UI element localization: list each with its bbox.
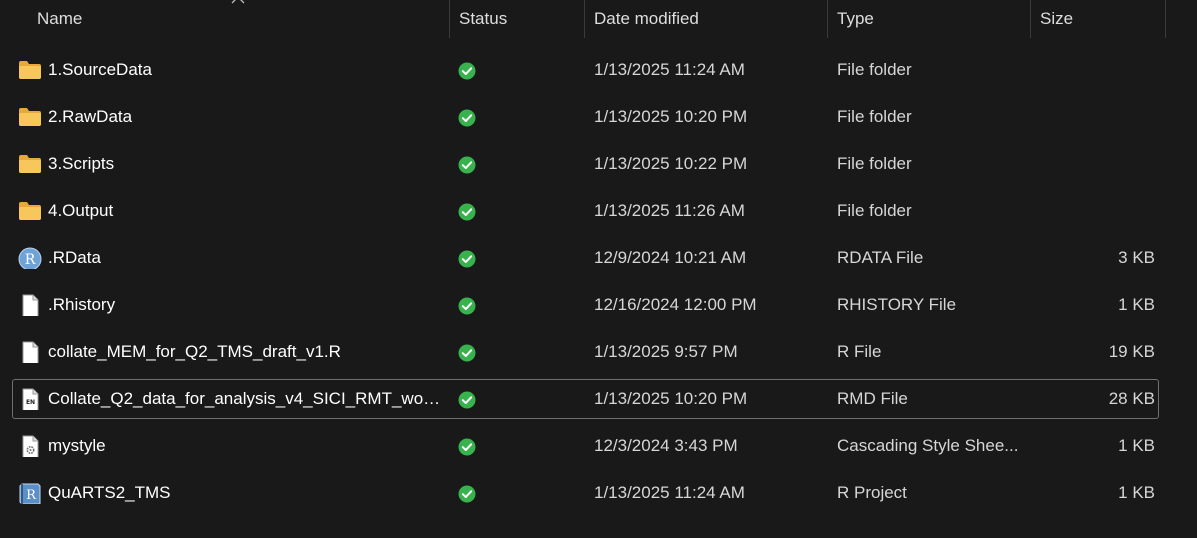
file-name[interactable]: .Rhistory: [48, 286, 444, 324]
date-modified: 1/13/2025 11:24 AM: [594, 483, 745, 502]
file-size: 1 KB: [1118, 436, 1155, 455]
file-size: 28 KB: [1108, 389, 1155, 408]
svg-text:R: R: [26, 488, 37, 503]
folder-icon: [18, 106, 42, 128]
folder-row[interactable]: 2.RawData 1/13/2025 10:20 PM File folder: [12, 97, 1159, 137]
sync-status-synced-icon: [458, 203, 476, 221]
css-file-icon: [18, 435, 42, 457]
column-divider[interactable]: [449, 0, 450, 38]
date-modified: 12/9/2024 10:21 AM: [594, 248, 747, 267]
date-modified: 1/13/2025 11:24 AM: [594, 60, 745, 79]
date-modified: 1/13/2025 9:57 PM: [594, 342, 738, 361]
file-type: R File: [837, 342, 882, 361]
sync-status-synced-icon: [458, 344, 476, 362]
date-modified: 12/3/2024 3:43 PM: [594, 436, 738, 455]
r-data-icon: R: [18, 247, 42, 269]
chevron-up-icon[interactable]: [231, 0, 245, 4]
file-type: R Project: [837, 483, 907, 502]
file-name[interactable]: collate_MEM_for_Q2_TMS_draft_v1.R: [48, 333, 444, 371]
folder-row[interactable]: 4.Output 1/13/2025 11:26 AM File folder: [12, 191, 1159, 231]
rmd-file-icon: EN: [18, 388, 42, 410]
sync-status-synced-icon: [458, 250, 476, 268]
column-divider[interactable]: [1165, 0, 1166, 38]
sync-status-synced-icon: [458, 109, 476, 127]
file-name[interactable]: 2.RawData: [48, 98, 444, 136]
header-status[interactable]: Status: [459, 0, 507, 38]
file-row[interactable]: R .RData 12/9/2024 10:21 AM RDATA File 3 KB: [12, 238, 1159, 278]
sync-status-synced-icon: [458, 156, 476, 174]
folder-icon: [18, 153, 42, 175]
file-type: File folder: [837, 154, 912, 173]
file-name[interactable]: Collate_Q2_data_for_analysis_v4_SICI_RMT…: [48, 380, 444, 418]
header-date-modified[interactable]: Date modified: [594, 0, 699, 38]
header-type[interactable]: Type: [837, 0, 874, 38]
file-size: [1043, 192, 1155, 230]
file-size: [1043, 51, 1155, 89]
file-type: RDATA File: [837, 248, 924, 267]
folder-icon: [18, 200, 42, 222]
file-size: 1 KB: [1118, 483, 1155, 502]
svg-text:R: R: [25, 252, 36, 268]
file-name[interactable]: .RData: [48, 239, 444, 277]
file-name[interactable]: QuARTS2_TMS: [48, 474, 444, 512]
file-type: File folder: [837, 60, 912, 79]
sync-status-synced-icon: [458, 438, 476, 456]
column-divider[interactable]: [584, 0, 585, 38]
date-modified: 1/13/2025 10:20 PM: [594, 389, 748, 408]
sync-status-synced-icon: [458, 62, 476, 80]
file-size: [1043, 98, 1155, 136]
file-row[interactable]: collate_MEM_for_Q2_TMS_draft_v1.R 1/13/20…: [12, 332, 1159, 372]
file-type: File folder: [837, 201, 912, 220]
folder-row[interactable]: 3.Scripts 1/13/2025 10:22 PM File folder: [12, 144, 1159, 184]
file-name[interactable]: 3.Scripts: [48, 145, 444, 183]
folder-row[interactable]: 1.SourceData 1/13/2025 11:24 AM File folde…: [12, 50, 1159, 90]
folder-icon: [18, 59, 42, 81]
file-size: 19 KB: [1108, 342, 1155, 361]
blank-file-icon: [18, 294, 42, 316]
header-size[interactable]: Size: [1040, 0, 1073, 38]
file-row[interactable]: R QuARTS2_TMS 1/13/2025 11:24 AM R Project 1…: [12, 473, 1159, 513]
file-size: 3 KB: [1118, 248, 1155, 267]
file-size: [1043, 145, 1155, 183]
column-divider[interactable]: [827, 0, 828, 38]
svg-text:EN: EN: [26, 399, 35, 406]
file-name[interactable]: mystyle: [48, 427, 444, 465]
file-type: File folder: [837, 107, 912, 126]
column-header: Name Status Date modified Type Size: [0, 0, 1197, 38]
date-modified: 12/16/2024 12:00 PM: [594, 295, 757, 314]
date-modified: 1/13/2025 11:26 AM: [594, 201, 745, 220]
file-name[interactable]: 4.Output: [48, 192, 444, 230]
sync-status-synced-icon: [458, 391, 476, 409]
sync-status-synced-icon: [458, 485, 476, 503]
file-row[interactable]: EN Collate_Q2_data_for_analysis_v4_SICI_R…: [12, 379, 1159, 419]
date-modified: 1/13/2025 10:20 PM: [594, 107, 748, 126]
r-project-icon: R: [18, 482, 42, 504]
file-row[interactable]: .Rhistory 12/16/2024 12:00 PM RHISTORY Fil…: [12, 285, 1159, 325]
file-type: RMD File: [837, 389, 908, 408]
file-type: Cascading Style Shee...: [837, 436, 1019, 455]
sync-status-synced-icon: [458, 297, 476, 315]
date-modified: 1/13/2025 10:22 PM: [594, 154, 748, 173]
blank-file-icon: [18, 341, 42, 363]
file-name[interactable]: 1.SourceData: [48, 51, 444, 89]
header-name[interactable]: Name: [37, 0, 82, 38]
column-divider[interactable]: [1030, 0, 1031, 38]
file-type: RHISTORY File: [837, 295, 957, 314]
file-size: 1 KB: [1118, 295, 1155, 314]
file-row[interactable]: mystyle 12/3/2024 3:43 PM Cascading Style …: [12, 426, 1159, 466]
